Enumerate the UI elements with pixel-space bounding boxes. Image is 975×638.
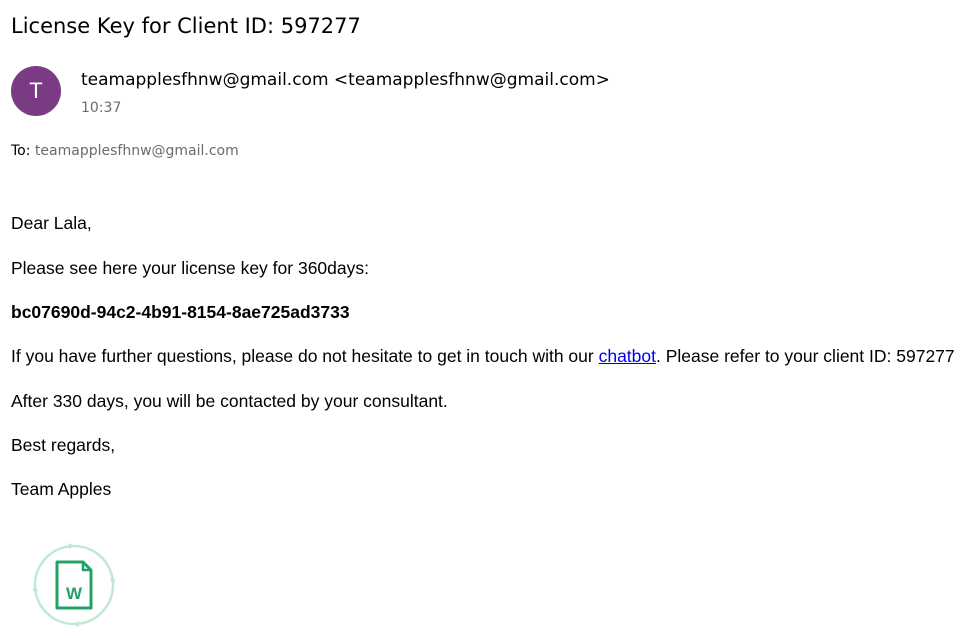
intro-text: Please see here your license key for 360… xyxy=(11,258,369,278)
word-icon-letter: W xyxy=(66,584,83,603)
email-time: 10:37 xyxy=(81,100,122,116)
to-label: To: xyxy=(11,143,31,159)
questions-paragraph: If you have further questions, please do… xyxy=(11,345,955,367)
recipient-line: To: teamapplesfhnw@gmail.com xyxy=(11,141,239,161)
email-subject: License Key for Client ID: 597277 xyxy=(11,14,361,38)
sender-avatar: T xyxy=(11,66,61,116)
signature-text: Team Apples xyxy=(11,479,112,499)
word-document-icon[interactable]: W xyxy=(33,543,115,627)
closing-text: Best regards, xyxy=(11,435,116,455)
license-key: bc07690d-94c2-4b91-8154-8ae725ad3733 xyxy=(11,302,350,322)
contact-note: After 330 days, you will be contacted by… xyxy=(11,391,448,411)
chatbot-link[interactable]: chatbot xyxy=(599,346,656,366)
sender-address[interactable]: teamapplesfhnw@gmail.com <teamapplesfhnw… xyxy=(81,68,610,92)
recipient-address[interactable]: teamapplesfhnw@gmail.com xyxy=(35,143,239,159)
questions-text-after: . Please refer to your client ID: 597277 xyxy=(656,346,955,366)
questions-text-before: If you have further questions, please do… xyxy=(11,346,599,366)
greeting-text: Dear Lala, xyxy=(11,213,92,233)
